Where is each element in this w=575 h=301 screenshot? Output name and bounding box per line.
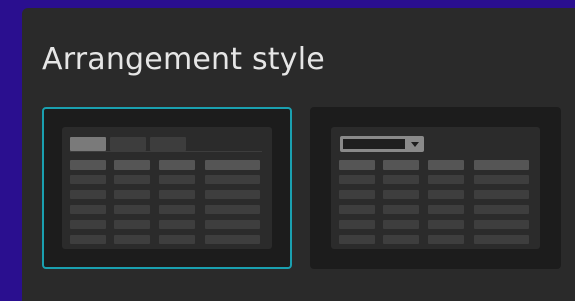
preview-cell — [114, 235, 150, 244]
preview-cell — [428, 235, 464, 244]
arrangement-option-tabs[interactable] — [42, 107, 292, 269]
preview-tab-active — [70, 137, 106, 151]
preview-cell — [428, 190, 464, 199]
preview-cell — [383, 235, 419, 244]
preview-cell — [474, 175, 529, 184]
preview-cell — [70, 235, 106, 244]
preview-cell — [383, 175, 419, 184]
preview-cell — [114, 190, 150, 199]
section-title: Arrangement style — [42, 42, 325, 77]
tabbed-table-preview-icon — [62, 127, 272, 249]
preview-cell — [114, 220, 150, 229]
preview-cell — [383, 190, 419, 199]
preview-cell — [205, 175, 260, 184]
preview-cell — [159, 175, 195, 184]
preview-tab — [110, 137, 146, 151]
preview-cell — [339, 190, 375, 199]
preview-cell — [205, 220, 260, 229]
preview-cell — [474, 220, 529, 229]
preview-cell — [474, 235, 529, 244]
preview-header-cell — [205, 160, 260, 170]
preview-cell — [474, 205, 529, 214]
chevron-down-icon — [411, 142, 419, 147]
preview-cell — [159, 190, 195, 199]
preview-header-cell — [428, 160, 464, 170]
dropdown-table-preview-icon — [331, 127, 540, 249]
preview-cell — [428, 175, 464, 184]
preview-tab — [150, 137, 186, 151]
preview-cell — [339, 205, 375, 214]
preview-cell — [159, 220, 195, 229]
preview-dropdown-field — [343, 139, 405, 149]
arrangement-option-dropdown[interactable] — [310, 107, 561, 269]
preview-cell — [205, 235, 260, 244]
preview-header-cell — [70, 160, 106, 170]
preview-cell — [205, 205, 260, 214]
preview-cell — [114, 205, 150, 214]
preview-cell — [159, 235, 195, 244]
preview-cell — [70, 220, 106, 229]
preview-cell — [159, 205, 195, 214]
preview-cell — [339, 175, 375, 184]
preview-cell — [70, 175, 106, 184]
preview-cell — [70, 190, 106, 199]
preview-tab-underline — [70, 151, 262, 152]
preview-header-cell — [383, 160, 419, 170]
preview-header-cell — [474, 160, 529, 170]
preview-cell — [383, 220, 419, 229]
preview-cell — [474, 190, 529, 199]
preview-cell — [114, 175, 150, 184]
preview-header-cell — [159, 160, 195, 170]
preview-header-cell — [339, 160, 375, 170]
preview-header-cell — [114, 160, 150, 170]
preview-cell — [339, 220, 375, 229]
arrangement-panel: Arrangement style — [22, 8, 575, 301]
preview-cell — [70, 205, 106, 214]
preview-cell — [428, 205, 464, 214]
preview-cell — [383, 205, 419, 214]
preview-cell — [339, 235, 375, 244]
preview-cell — [205, 190, 260, 199]
preview-cell — [428, 220, 464, 229]
preview-dropdown — [340, 136, 424, 152]
